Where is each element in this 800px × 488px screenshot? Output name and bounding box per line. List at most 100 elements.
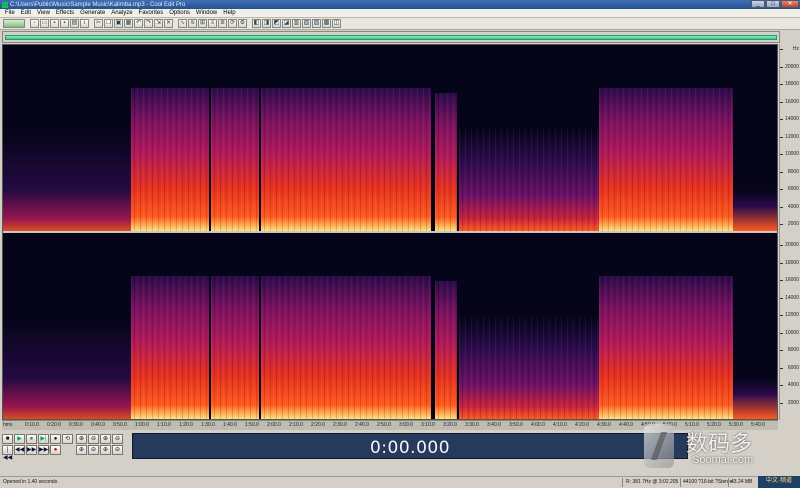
menu-generate[interactable]: Generate <box>77 10 108 16</box>
status-divider <box>728 478 729 487</box>
menu-view[interactable]: View <box>34 10 53 16</box>
time-label: 3:00.0 <box>399 422 413 428</box>
watermark-stamp: 中文·频道 <box>758 476 800 488</box>
spectral-energy-band <box>211 275 259 419</box>
record-button[interactable]: ● <box>50 445 61 455</box>
time-label: 1:00.0 <box>135 422 149 428</box>
app-icon <box>2 1 8 8</box>
paste-mix-icon[interactable]: ▦ <box>124 19 133 28</box>
effect-1-icon[interactable]: ◧ <box>252 19 261 28</box>
spectral-view-icon[interactable]: ≋ <box>188 19 197 28</box>
zoom-selection-button[interactable]: ⊖ <box>112 434 123 444</box>
time-label: 1:40.0 <box>223 422 237 428</box>
copy-icon[interactable]: ❐ <box>104 19 113 28</box>
frequency-tick <box>780 66 783 68</box>
effect-4-icon[interactable]: ◪ <box>282 19 291 28</box>
save-all-icon[interactable]: ▪ <box>60 19 69 28</box>
minimize-button[interactable]: _ <box>751 0 765 8</box>
status-message: Opened in 1.40 seconds <box>3 479 58 485</box>
paste-icon[interactable]: ▣ <box>114 19 123 28</box>
left-channel-spectrogram[interactable] <box>3 45 777 231</box>
go-to-start-button[interactable]: |◀◀ <box>2 445 13 461</box>
spectral-view[interactable] <box>2 44 778 420</box>
time-label: 2:30.0 <box>333 422 347 428</box>
menu-edit[interactable]: Edit <box>18 10 34 16</box>
effect-7-icon[interactable]: ▨ <box>312 19 321 28</box>
zoom-right-edge-button[interactable]: ⊖ <box>112 445 123 455</box>
spectral-energy-band <box>599 87 733 231</box>
trim-icon[interactable]: ⇲ <box>154 19 163 28</box>
spectral-energy-band <box>435 281 457 419</box>
menu-window[interactable]: Window <box>193 10 220 16</box>
menu-options[interactable]: Options <box>166 10 193 16</box>
effect-8-icon[interactable]: ▩ <box>322 19 331 28</box>
zoom-out-horizontal-button[interactable]: ⊖ <box>88 434 99 444</box>
spectral-energy-band <box>599 275 733 419</box>
record-mode-button[interactable]: ● <box>50 434 61 444</box>
loop-icon[interactable]: ⟳ <box>228 19 237 28</box>
soomal-watermark: 数码多 Soomal.com <box>640 418 800 476</box>
effect-6-icon[interactable]: ▧ <box>302 19 311 28</box>
go-to-end-button[interactable]: ▶▶| <box>38 445 50 455</box>
status-cursor-position: R: 381 7Hz @ 3:02.205 <box>626 479 679 485</box>
play-to-end-button[interactable]: ▶| <box>38 434 49 444</box>
overview-scrollbar[interactable] <box>2 31 780 43</box>
right-channel-spectrogram[interactable] <box>3 233 777 419</box>
title-bar: C:\Users\Public\Music\Sample Music\Kalim… <box>0 0 800 9</box>
frequency-label: 10000 <box>785 329 799 336</box>
pause-button[interactable]: ⏸ <box>26 434 37 444</box>
frequency-ruler: Hz 20000 18000 16000 14000 12000 10000 8000 6000… <box>779 44 800 420</box>
rewind-button[interactable]: ◀◀ <box>14 445 25 455</box>
menu-effects[interactable]: Effects <box>53 10 77 16</box>
print-icon[interactable]: ▤ <box>70 19 79 28</box>
play-button[interactable]: ▶ <box>14 434 25 444</box>
zoom-in-horizontal-button[interactable]: ⊕ <box>76 434 87 444</box>
effect-3-icon[interactable]: ◩ <box>272 19 281 28</box>
waveform-view-icon[interactable]: ∿ <box>178 19 187 28</box>
play-list-icon[interactable]: ≣ <box>218 19 227 28</box>
current-time: 0:00.000 <box>369 438 451 458</box>
zoom-left-edge-button[interactable]: ⊕ <box>100 445 111 455</box>
frequency-label: 16000 <box>785 277 799 283</box>
spectral-energy-band <box>459 128 599 231</box>
fast-forward-button[interactable]: ▶▶ <box>26 445 37 455</box>
open-file-icon[interactable]: ▭ <box>40 19 49 28</box>
soomal-logo-icon <box>644 424 674 468</box>
frequency-label: 8000 <box>787 168 799 175</box>
delete-icon[interactable]: ✕ <box>164 19 173 28</box>
zoom-full-button[interactable]: ⊕ <box>100 434 111 444</box>
time-label: 1:50.0 <box>245 422 259 428</box>
frequency-tick <box>780 402 783 404</box>
time-label: 3:10.0 <box>421 422 435 428</box>
redo-icon[interactable]: ↷ <box>144 19 153 28</box>
save-icon[interactable]: ▪ <box>50 19 59 28</box>
info-icon[interactable]: i <box>80 19 89 28</box>
settings-icon[interactable]: ⚙ <box>238 19 247 28</box>
zoom-out-vertical-button[interactable]: ⊖ <box>88 445 99 455</box>
multitrack-toggle-button[interactable] <box>3 19 25 28</box>
loop-play-button[interactable]: ⟲ <box>62 434 73 444</box>
spectral-energy-band <box>3 128 131 231</box>
effect-9-icon[interactable]: ◫ <box>332 19 341 28</box>
menu-help[interactable]: Help <box>220 10 238 16</box>
frequency-tick <box>780 245 783 246</box>
zoom-in-vertical-button[interactable]: ⊕ <box>76 445 87 455</box>
snap-icon[interactable]: ⊞ <box>198 19 207 28</box>
menu-file[interactable]: File <box>2 10 18 16</box>
maximize-button[interactable]: □ <box>766 0 780 8</box>
frequency-tick <box>780 385 783 386</box>
status-divider <box>680 478 681 487</box>
stop-button[interactable]: ■ <box>2 434 13 444</box>
toolbar: ▫ ▭ ▪ ▪ ▤ i ✂ ❐ ▣ ▦ ↶ ↷ ⇲ ✕ ∿ ≋ ⊞ ≡ ≣ ⟳ … <box>0 18 800 30</box>
effect-5-icon[interactable]: ▥ <box>292 19 301 28</box>
frequency-tick <box>780 136 783 138</box>
cut-icon[interactable]: ✂ <box>94 19 103 28</box>
menu-favorites[interactable]: Favorites <box>136 10 167 16</box>
close-button[interactable]: ✕ <box>781 0 799 8</box>
new-file-icon[interactable]: ▫ <box>30 19 39 28</box>
cue-list-icon[interactable]: ≡ <box>208 19 217 28</box>
overview-thumb[interactable] <box>5 35 777 40</box>
menu-analyze[interactable]: Analyze <box>108 10 135 16</box>
effect-2-icon[interactable]: ◨ <box>262 19 271 28</box>
undo-icon[interactable]: ↶ <box>134 19 143 28</box>
